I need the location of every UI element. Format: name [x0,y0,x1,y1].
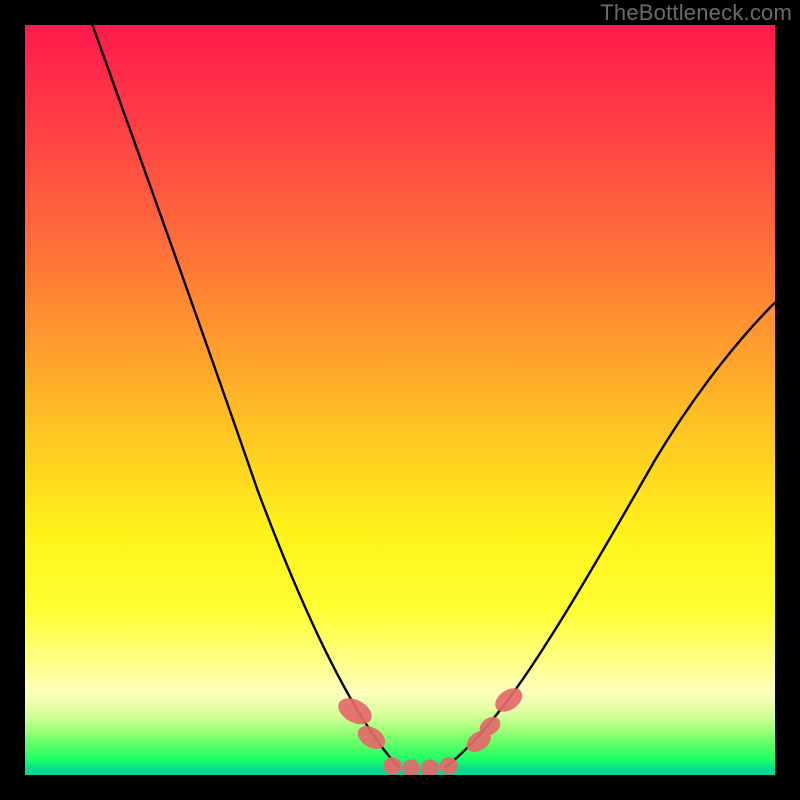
marker-valley-2 [402,759,420,775]
curve-layer [25,25,775,775]
marker-valley-4 [440,757,458,775]
marker-left-1 [334,693,376,730]
marker-right-3 [491,683,527,716]
marker-valley-3 [421,759,439,775]
outer-frame: TheBottleneck.com [0,0,800,800]
watermark-text: TheBottleneck.com [600,0,792,26]
marker-valley-1 [384,757,402,775]
marker-group [334,683,527,775]
left-curve [93,25,401,768]
right-curve [445,303,775,768]
plot-area [25,25,775,775]
